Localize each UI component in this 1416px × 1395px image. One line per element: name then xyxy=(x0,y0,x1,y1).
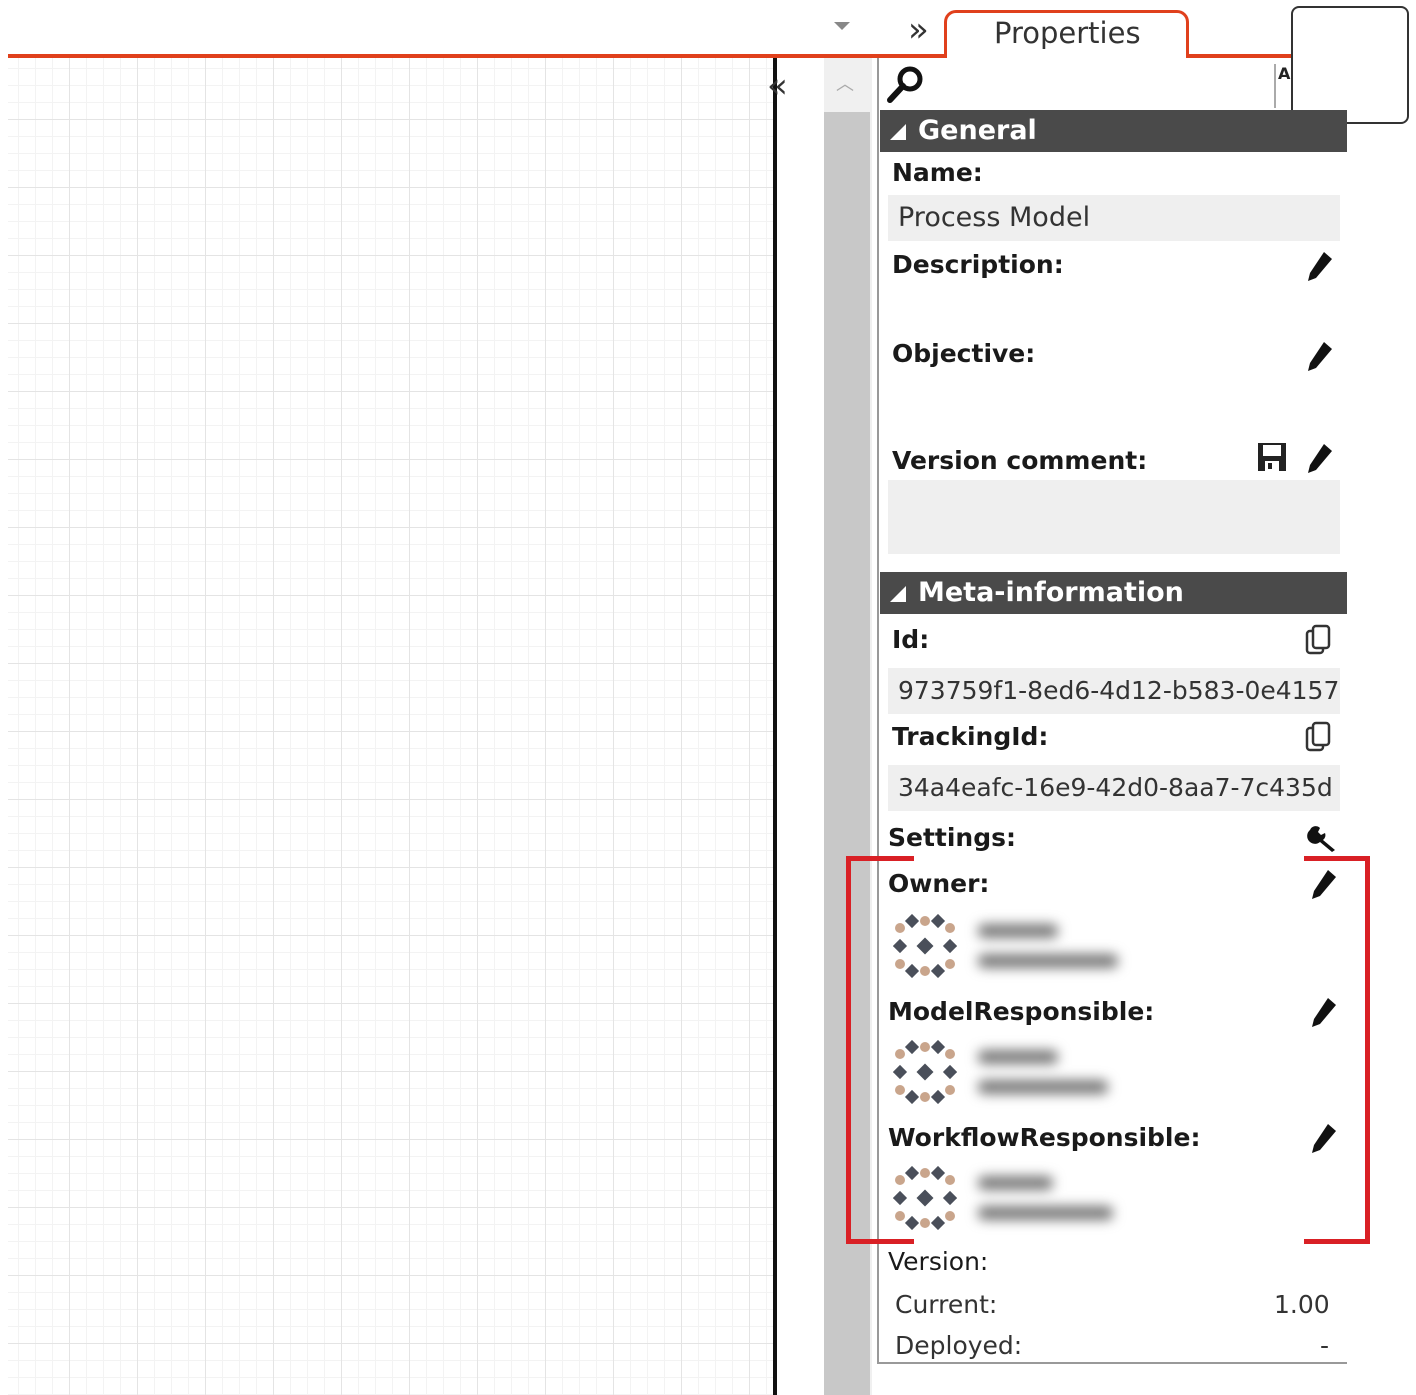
model-responsible-name-redacted xyxy=(978,1044,1128,1108)
collapse-panel-icon[interactable]: « xyxy=(767,66,788,106)
id-field[interactable]: 973759f1-8ed6-4d12-b583-0e4157 xyxy=(888,668,1340,714)
settings-label: Settings: xyxy=(888,823,1017,852)
owner-name-redacted xyxy=(978,918,1128,982)
toolbar-rule xyxy=(8,54,953,58)
wrench-icon[interactable] xyxy=(1306,824,1338,852)
name-field[interactable]: Process Model xyxy=(888,195,1340,241)
deployed-version-value: - xyxy=(1320,1331,1330,1360)
objective-label: Objective: xyxy=(892,339,1036,368)
dropdown-arrow-icon[interactable] xyxy=(834,22,850,30)
scroll-up-icon[interactable]: ︿ xyxy=(836,70,854,96)
deployed-version-label: Deployed: xyxy=(895,1331,1023,1360)
pencil-icon[interactable] xyxy=(1304,250,1334,284)
copy-icon[interactable] xyxy=(1304,721,1332,753)
version-label: Version: xyxy=(888,1247,989,1276)
tracking-id-field[interactable]: 34a4eafc-16e9-42d0-8aa7-7c435d xyxy=(888,765,1340,811)
pencil-icon[interactable] xyxy=(1304,340,1334,374)
copy-icon[interactable] xyxy=(1304,624,1332,656)
current-version-value: 1.00 xyxy=(1274,1290,1330,1319)
tracking-id-label: TrackingId: xyxy=(892,722,1049,751)
collapse-triangle-icon xyxy=(890,586,906,602)
section-general-header[interactable]: General xyxy=(880,110,1347,152)
section-meta-header[interactable]: Meta-information xyxy=(880,572,1347,614)
collapse-triangle-icon xyxy=(890,124,906,140)
save-icon[interactable] xyxy=(1256,441,1288,473)
expand-panels-icon[interactable]: » xyxy=(908,10,929,50)
current-version-label: Current: xyxy=(895,1290,998,1319)
version-comment-label: Version comment: xyxy=(892,446,1148,475)
pane-divider[interactable] xyxy=(773,58,777,1395)
highlight-bracket-left xyxy=(846,856,914,1244)
name-label: Name: xyxy=(892,158,983,187)
workflow-responsible-name-redacted xyxy=(978,1170,1128,1234)
model-responsible-label: ModelResponsible: xyxy=(888,997,1155,1026)
diagram-canvas[interactable] xyxy=(8,58,775,1395)
search-icon[interactable] xyxy=(886,64,926,104)
id-label: Id: xyxy=(892,625,930,654)
description-label: Description: xyxy=(892,250,1064,279)
tab-properties-label: Properties xyxy=(994,16,1141,50)
version-comment-field[interactable] xyxy=(888,480,1340,554)
highlight-bracket-right xyxy=(1304,856,1370,1244)
workflow-responsible-label: WorkflowResponsible: xyxy=(888,1123,1201,1152)
pencil-icon[interactable] xyxy=(1304,442,1334,476)
